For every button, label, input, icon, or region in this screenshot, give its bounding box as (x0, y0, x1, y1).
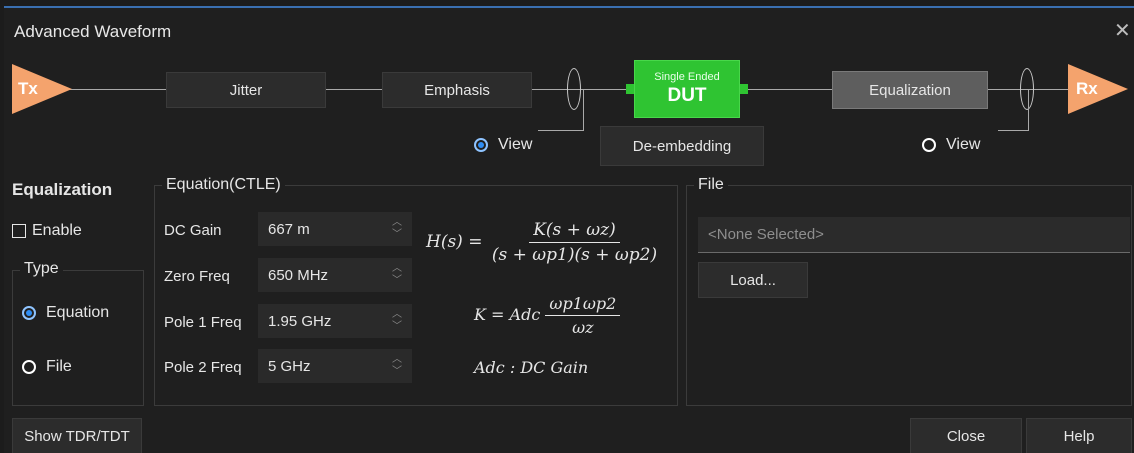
dc-gain-field[interactable]: 667 m (258, 212, 412, 246)
k-numerator: ωp1ωp2 (545, 294, 621, 316)
pole2-freq-label: Pole 2 Freq (164, 359, 242, 376)
equalization-heading: Equalization (12, 180, 113, 199)
type-equation-radio[interactable]: Equation (22, 304, 109, 322)
chevron-up-icon: ︿ (392, 217, 402, 228)
jitter-block[interactable]: Jitter (166, 72, 326, 108)
radio-unselected-icon (922, 138, 936, 152)
chevron-up-icon: ︿ (392, 309, 402, 320)
pole2-freq-field[interactable]: 5 GHz (258, 349, 412, 383)
load-button[interactable]: Load... (698, 262, 808, 298)
probe-ellipse-right (1020, 68, 1034, 110)
pole1-freq-label: Pole 1 Freq (164, 314, 242, 331)
k-fraction: ωp1ωp2 ωz (545, 294, 621, 337)
enable-checkbox[interactable]: Enable (12, 222, 82, 240)
zero-freq-stepper[interactable]: ︿ ﹀ (390, 258, 404, 292)
chevron-up-icon: ︿ (392, 263, 402, 274)
h-fraction: K(s + ωz) (s + ωp1)(s + ωp2) (488, 220, 661, 265)
close-icon[interactable]: ✕ (1114, 18, 1131, 43)
rx-label: Rx (1076, 79, 1098, 98)
file-panel-title: File (694, 176, 728, 194)
chevron-down-icon: ﹀ (392, 275, 402, 286)
type-group (12, 270, 144, 406)
dut-tab-left (626, 84, 634, 94)
k-lhs: K = Adc (474, 305, 541, 324)
file-path-field[interactable]: <None Selected> (698, 217, 1130, 253)
view-right-radio[interactable]: View (922, 136, 980, 154)
chevron-down-icon: ﹀ (392, 366, 402, 377)
radio-selected-icon (22, 306, 36, 320)
dc-gain-label: DC Gain (164, 222, 222, 239)
radio-selected-icon (474, 138, 488, 152)
dut-mode-label: Single Ended (654, 71, 720, 83)
probe-ellipse-left (567, 68, 581, 110)
chevron-up-icon: ︿ (392, 354, 402, 365)
transfer-function-formula: H(s) = K(s + ωz) (s + ωp1)(s + ωp2) (426, 220, 661, 265)
pole2-freq-stepper[interactable]: ︿ ﹀ (390, 349, 404, 383)
connector-line-right-h (998, 130, 1029, 131)
k-denominator: ωz (572, 318, 594, 337)
advanced-waveform-dialog: Advanced Waveform ✕ Tx Rx Jitter Emphasi… (4, 6, 1134, 453)
type-file-radio[interactable]: File (22, 358, 72, 376)
dut-block[interactable]: Single Ended DUT (634, 60, 740, 118)
close-button[interactable]: Close (910, 418, 1022, 453)
k-formula: K = Adc ωp1ωp2 ωz (474, 294, 621, 337)
help-button[interactable]: Help (1026, 418, 1132, 453)
equalization-block[interactable]: Equalization (832, 71, 988, 109)
type-equation-label: Equation (46, 304, 110, 321)
h-numerator: K(s + ωz) (529, 220, 620, 243)
type-group-title: Type (20, 260, 63, 278)
connector-line-right (1028, 90, 1029, 130)
adc-definition: Adc : DC Gain (474, 358, 589, 377)
show-tdr-button[interactable]: Show TDR/TDT (12, 418, 142, 453)
enable-label: Enable (32, 222, 82, 239)
dut-tab-right (740, 84, 748, 94)
dialog-title: Advanced Waveform (14, 22, 172, 41)
tx-label: Tx (18, 79, 38, 98)
h-denominator: (s + ωp1)(s + ωp2) (491, 245, 658, 265)
emphasis-block[interactable]: Emphasis (382, 72, 532, 108)
chevron-down-icon: ﹀ (392, 321, 402, 332)
deembedding-block[interactable]: De-embedding (600, 126, 764, 166)
type-file-label: File (46, 358, 72, 375)
chevron-down-icon: ﹀ (392, 229, 402, 240)
dut-label: DUT (667, 85, 707, 106)
view-right-label: View (946, 136, 981, 153)
equation-panel-title: Equation(CTLE) (162, 176, 285, 194)
radio-unselected-icon (22, 360, 36, 374)
h-lhs: H(s) = (426, 232, 483, 252)
connector-line-left (583, 90, 584, 130)
view-left-label: View (498, 136, 533, 153)
checkbox-icon (12, 224, 26, 238)
pole1-freq-stepper[interactable]: ︿ ﹀ (390, 304, 404, 338)
zero-freq-field[interactable]: 650 MHz (258, 258, 412, 292)
pole1-freq-field[interactable]: 1.95 GHz (258, 304, 412, 338)
zero-freq-label: Zero Freq (164, 268, 230, 285)
view-left-radio[interactable]: View (474, 136, 532, 154)
connector-line-left-h (538, 130, 584, 131)
dc-gain-stepper[interactable]: ︿ ﹀ (390, 212, 404, 246)
